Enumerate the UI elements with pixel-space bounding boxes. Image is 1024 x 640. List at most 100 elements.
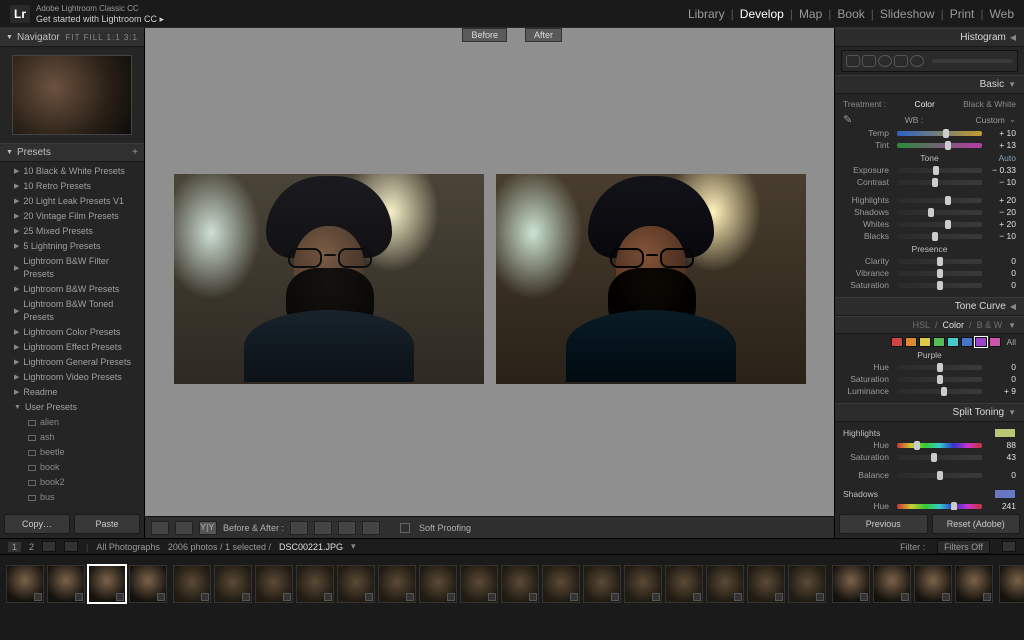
- preset-group[interactable]: ▶25 Mixed Presets: [0, 224, 144, 239]
- module-book[interactable]: Book: [837, 7, 864, 21]
- split-sh-hue-slider[interactable]: [897, 504, 982, 509]
- filmstrip-thumb[interactable]: [788, 565, 826, 603]
- grid-icon[interactable]: [42, 541, 56, 552]
- filmstrip-thumb[interactable]: [955, 565, 993, 603]
- filmstrip-thumb[interactable]: [296, 565, 334, 603]
- preset-group[interactable]: ▶Lightroom General Presets: [0, 355, 144, 370]
- filmstrip-thumb[interactable]: [47, 565, 85, 603]
- treatment-color[interactable]: Color: [914, 99, 934, 109]
- tint-slider[interactable]: [897, 143, 982, 148]
- histogram-header[interactable]: Histogram◀: [835, 28, 1024, 47]
- nav-fwd[interactable]: 2: [29, 542, 34, 552]
- preset-group-user[interactable]: ▼User Presets: [0, 400, 144, 415]
- module-print[interactable]: Print: [950, 7, 975, 21]
- split-balance-value[interactable]: 0: [990, 470, 1016, 480]
- module-slideshow[interactable]: Slideshow: [880, 7, 935, 21]
- vibrance-slider[interactable]: [897, 271, 982, 276]
- ba-mode-1-icon[interactable]: [290, 521, 308, 535]
- filmstrip-thumb[interactable]: [214, 565, 252, 603]
- filter-dropdown[interactable]: Filters Off: [937, 540, 990, 554]
- split-toning-header[interactable]: Split Toning▼: [835, 403, 1024, 422]
- hsl-hue-value[interactable]: 0: [990, 362, 1016, 372]
- color-purple[interactable]: [975, 337, 987, 347]
- highlights-slider[interactable]: [897, 198, 982, 203]
- filmstrip-thumb[interactable]: [624, 565, 662, 603]
- split-hi-sat-slider[interactable]: [897, 455, 982, 460]
- ba-mode-2-icon[interactable]: [314, 521, 332, 535]
- split-sh-hue-value[interactable]: 241: [990, 501, 1016, 510]
- contrast-value[interactable]: − 10: [990, 177, 1016, 187]
- filmstrip-thumb[interactable]: [173, 565, 211, 603]
- crop-tool-icon[interactable]: [846, 55, 860, 67]
- blacks-slider[interactable]: [897, 234, 982, 239]
- subtitle-link[interactable]: Get started with Lightroom CC ▸: [36, 14, 164, 25]
- compare-view-icon[interactable]: [175, 521, 193, 535]
- preset-group[interactable]: ▶Lightroom Effect Presets: [0, 340, 144, 355]
- module-map[interactable]: Map: [799, 7, 822, 21]
- hsl-tab-bw[interactable]: B & W: [977, 320, 1003, 330]
- filmstrip-thumb[interactable]: [542, 565, 580, 603]
- treatment-bw[interactable]: Black & White: [963, 99, 1016, 109]
- auto-tone-button[interactable]: Auto: [999, 153, 1017, 163]
- preset-group[interactable]: ▶5 Lightning Presets: [0, 239, 144, 254]
- redeye-tool-icon[interactable]: [878, 55, 892, 67]
- split-balance-slider[interactable]: [897, 473, 982, 478]
- hsl-header[interactable]: HSL/ Color/ B & W ▼: [835, 316, 1024, 334]
- filmstrip-thumb[interactable]: [583, 565, 621, 603]
- preset-item[interactable]: beetle: [0, 445, 144, 460]
- contrast-slider[interactable]: [897, 180, 982, 185]
- module-develop[interactable]: Develop: [740, 7, 784, 21]
- ba-swap-icon[interactable]: [338, 521, 356, 535]
- filmstrip-thumb[interactable]: [665, 565, 703, 603]
- filmstrip-thumb[interactable]: [129, 565, 167, 603]
- add-preset-icon[interactable]: +: [132, 147, 138, 158]
- breadcrumb[interactable]: All Photographs: [96, 542, 160, 552]
- hsl-sat-slider[interactable]: [897, 377, 982, 382]
- split-hi-hue-value[interactable]: 88: [990, 440, 1016, 450]
- filmstrip-thumb[interactable]: [419, 565, 457, 603]
- preset-item[interactable]: bus: [0, 490, 144, 505]
- color-red[interactable]: [891, 337, 903, 347]
- exposure-value[interactable]: − 0.33: [990, 165, 1016, 175]
- filter-lock-icon[interactable]: [1002, 541, 1016, 552]
- filmstrip-thumb[interactable]: [706, 565, 744, 603]
- color-all[interactable]: All: [1007, 337, 1016, 347]
- filmstrip-thumb[interactable]: [747, 565, 785, 603]
- shadows-slider[interactable]: [897, 210, 982, 215]
- highlights-swatch[interactable]: [994, 428, 1016, 438]
- filmstrip-thumb[interactable]: [6, 565, 44, 603]
- preset-group[interactable]: ▶Readme: [0, 385, 144, 400]
- shadows-value[interactable]: − 20: [990, 207, 1016, 217]
- tint-value[interactable]: + 13: [990, 140, 1016, 150]
- wb-preset-dropdown[interactable]: Custom: [976, 115, 1005, 125]
- preset-group[interactable]: ▶20 Light Leak Presets V1: [0, 194, 144, 209]
- color-green[interactable]: [933, 337, 945, 347]
- color-yellow[interactable]: [919, 337, 931, 347]
- preset-item[interactable]: book2: [0, 475, 144, 490]
- filmstrip-thumb[interactable]: [501, 565, 539, 603]
- color-magenta[interactable]: [989, 337, 1001, 347]
- color-aqua[interactable]: [947, 337, 959, 347]
- soft-proofing-checkbox[interactable]: [400, 523, 410, 533]
- previous-button[interactable]: Previous: [839, 514, 928, 534]
- preset-group[interactable]: ▶10 Black & White Presets: [0, 164, 144, 179]
- filmstrip-thumb[interactable]: [255, 565, 293, 603]
- filmstrip-thumb[interactable]: [378, 565, 416, 603]
- navigator-thumbnail[interactable]: [12, 55, 132, 135]
- radial-tool-icon[interactable]: [910, 55, 924, 67]
- after-image[interactable]: [496, 174, 806, 384]
- saturation-value[interactable]: 0: [990, 280, 1016, 290]
- preset-item[interactable]: ash: [0, 430, 144, 445]
- blacks-value[interactable]: − 10: [990, 231, 1016, 241]
- preset-group[interactable]: ▶Lightroom B&W Presets: [0, 282, 144, 297]
- preset-item[interactable]: alien: [0, 415, 144, 430]
- brush-tool-icon[interactable]: [932, 59, 1013, 63]
- hsl-hue-slider[interactable]: [897, 365, 982, 370]
- filmstrip-thumb-selected[interactable]: [88, 565, 126, 603]
- hsl-lum-value[interactable]: + 9: [990, 386, 1016, 396]
- spot-tool-icon[interactable]: [862, 55, 876, 67]
- paste-button[interactable]: Paste: [74, 514, 140, 534]
- temp-slider[interactable]: [897, 131, 982, 136]
- navigator-zoom-flags[interactable]: FIT FILL 1:1 3:1: [66, 33, 138, 42]
- hsl-lum-slider[interactable]: [897, 389, 982, 394]
